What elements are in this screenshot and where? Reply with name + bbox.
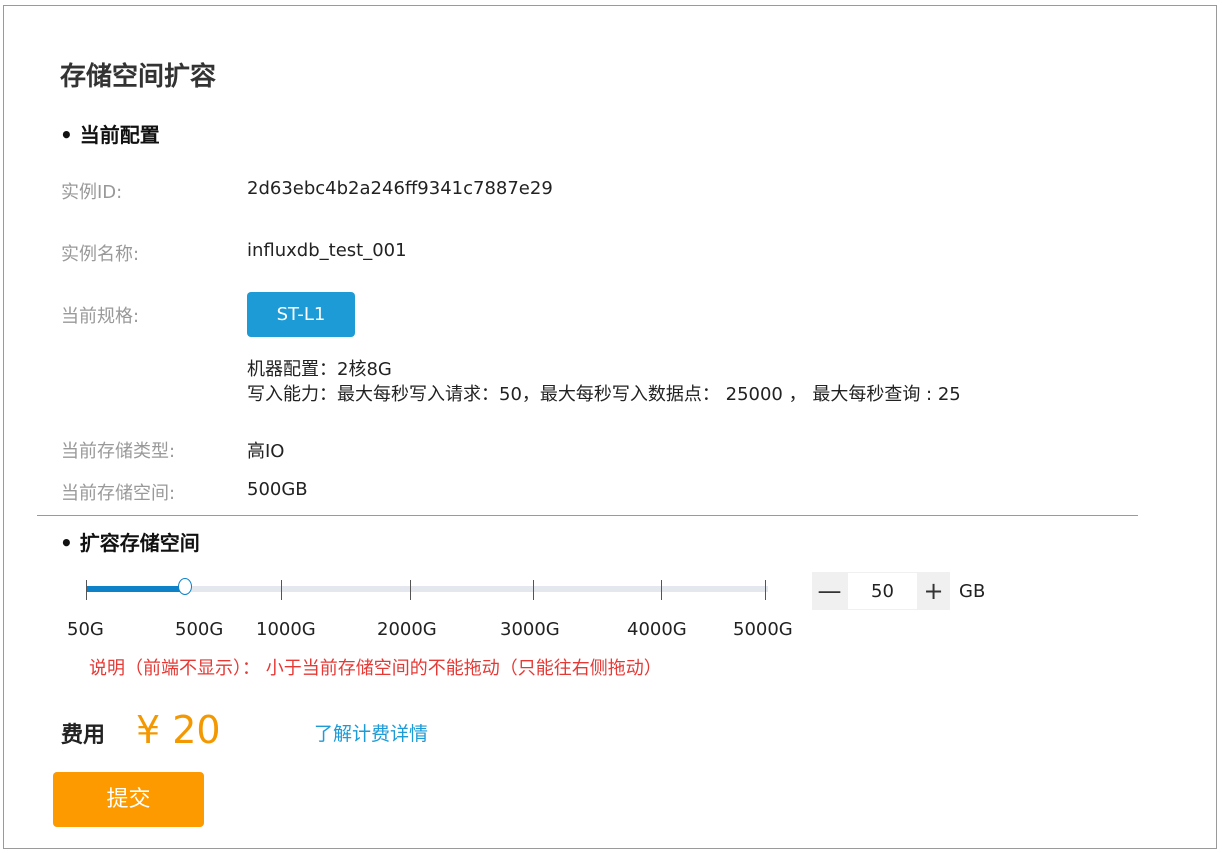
pricing-details-link[interactable]: 了解计费详情	[314, 719, 428, 746]
page-title: 存储空间扩容	[60, 62, 217, 92]
storage-type-label: 当前存储类型:	[61, 441, 176, 462]
storage-type-value: 高IO	[247, 441, 285, 462]
slider-handle[interactable]	[178, 578, 192, 595]
decrement-button[interactable]: —	[812, 572, 847, 610]
spec-badge-button[interactable]: ST-L1	[247, 292, 355, 337]
slider-tick-label: 500G	[175, 619, 224, 640]
machine-config-text: 机器配置：2核8G	[247, 359, 392, 380]
increment-button[interactable]: +	[916, 572, 951, 610]
slider-tick-label: 5000G	[733, 619, 793, 640]
section-title-current-config: • 当前配置	[60, 123, 160, 147]
instance-name-value: influxdb_test_001	[247, 240, 407, 261]
current-spec-label: 当前规格:	[61, 306, 140, 327]
slider-tick-label: 2000G	[377, 619, 437, 640]
drag-note-text: 说明（前端不显示）： 小于当前存储空间的不能拖动（只能往右侧拖动）	[89, 658, 662, 679]
storage-quantity-input[interactable]	[848, 573, 917, 609]
storage-space-label: 当前存储空间:	[61, 483, 176, 504]
section-title-expand-storage: • 扩容存储空间	[60, 531, 200, 555]
instance-id-label: 实例ID:	[61, 182, 123, 203]
section-divider	[37, 515, 1138, 516]
storage-quantity-stepper: — +	[812, 572, 950, 610]
write-capacity-text: 写入能力：最大每秒写入请求：50，最大每秒写入数据点： 25000 ， 最大每秒…	[247, 384, 961, 405]
unit-label: GB	[959, 581, 986, 602]
slider-tick	[533, 580, 534, 600]
storage-space-value: 500GB	[247, 479, 308, 500]
instance-id-value: 2d63ebc4b2a246ff9341c7887e29	[247, 178, 553, 199]
slider-tick	[86, 580, 87, 600]
slider-tick	[281, 580, 282, 600]
fee-amount: ¥ 20	[136, 708, 221, 752]
slider-tick-label: 1000G	[256, 619, 316, 640]
slider-tick-label: 3000G	[500, 619, 560, 640]
instance-name-label: 实例名称:	[61, 244, 140, 265]
fee-label: 费用	[61, 723, 106, 748]
slider-tick-label: 4000G	[627, 619, 687, 640]
submit-button[interactable]: 提交	[53, 772, 204, 827]
slider-fill	[86, 586, 186, 592]
slider-tick	[661, 580, 662, 600]
slider-tick-label: 50G	[67, 619, 104, 640]
slider-tick	[765, 580, 766, 600]
slider-tick	[410, 580, 411, 600]
